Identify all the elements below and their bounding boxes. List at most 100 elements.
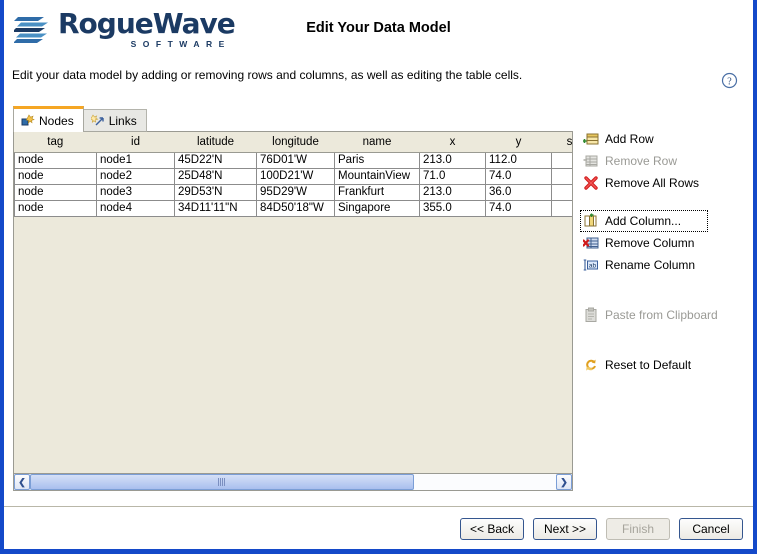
table-row[interactable]: node node4 34D11'11"N 84D50'18"W Singapo…	[15, 200, 573, 216]
cell-latitude[interactable]: 45D22'N	[175, 152, 257, 168]
cell-status[interactable]	[552, 200, 573, 216]
reset-to-default-label: Reset to Default	[605, 358, 691, 372]
cell-longitude[interactable]: 100D21'W	[257, 168, 335, 184]
tab-links-label: Links	[109, 114, 137, 128]
cell-status[interactable]	[552, 184, 573, 200]
link-arrow-icon	[91, 114, 105, 128]
cell-y[interactable]: 36.0	[486, 184, 552, 200]
column-header-tag[interactable]: tag	[15, 132, 97, 152]
rename-column-icon: ab	[583, 257, 599, 273]
scroll-right-button[interactable]: ❯	[556, 474, 572, 490]
cell-name[interactable]: Paris	[335, 152, 420, 168]
cell-id[interactable]: node1	[97, 152, 175, 168]
cell-latitude[interactable]: 34D11'11"N	[175, 200, 257, 216]
data-table: tag id latitude longitude name x y statu…	[14, 132, 572, 217]
add-column-button[interactable]: Add Column...	[580, 210, 708, 232]
scroll-right-arrow: ❯	[560, 478, 568, 487]
svg-text:ab: ab	[589, 263, 597, 270]
clipboard-icon	[583, 307, 599, 323]
reset-arrows-icon	[583, 357, 599, 373]
svg-text:?: ?	[727, 76, 732, 87]
dialog-header: RogueWave SOFTWARE Edit Your Data Model	[4, 0, 753, 60]
reset-to-default-button[interactable]: Reset to Default	[580, 354, 696, 376]
cell-id[interactable]: node3	[97, 184, 175, 200]
add-column-label: Add Column...	[605, 214, 681, 228]
cell-latitude[interactable]: 25D48'N	[175, 168, 257, 184]
cell-y[interactable]: 74.0	[486, 168, 552, 184]
cell-name[interactable]: Frankfurt	[335, 184, 420, 200]
paste-from-clipboard-label: Paste from Clipboard	[605, 308, 718, 322]
cell-y[interactable]: 74.0	[486, 200, 552, 216]
cell-x[interactable]: 213.0	[420, 184, 486, 200]
cell-status[interactable]	[552, 168, 573, 184]
cell-longitude[interactable]: 76D01'W	[257, 152, 335, 168]
next-button[interactable]: Next >>	[533, 518, 597, 540]
scroll-left-button[interactable]: ❮	[14, 474, 30, 490]
cancel-button[interactable]: Cancel	[679, 518, 743, 540]
cell-x[interactable]: 213.0	[420, 152, 486, 168]
remove-column-label: Remove Column	[605, 236, 694, 250]
page-description: Edit your data model by adding or removi…	[12, 68, 522, 82]
cell-name[interactable]: Singapore	[335, 200, 420, 216]
add-row-button[interactable]: Add Row	[580, 128, 659, 150]
red-x-icon	[583, 175, 599, 191]
logo-subtitle: SOFTWARE	[58, 40, 235, 49]
table-row[interactable]: node node2 25D48'N 100D21'W MountainView…	[15, 168, 573, 184]
tab-links[interactable]: Links	[83, 109, 147, 132]
add-row-label: Add Row	[605, 132, 654, 146]
page-title: Edit Your Data Model	[4, 20, 753, 36]
cell-latitude[interactable]: 29D53'N	[175, 184, 257, 200]
tab-nodes[interactable]: Nodes	[13, 106, 84, 132]
data-table-panel: tag id latitude longitude name x y statu…	[13, 131, 573, 491]
column-header-name[interactable]: name	[335, 132, 420, 152]
rename-column-label: Rename Column	[605, 258, 695, 272]
cell-name[interactable]: MountainView	[335, 168, 420, 184]
scroll-left-arrow: ❮	[18, 478, 26, 487]
cell-tag[interactable]: node	[15, 152, 97, 168]
table-row[interactable]: node node1 45D22'N 76D01'W Paris 213.0 1…	[15, 152, 573, 168]
column-header-x[interactable]: x	[420, 132, 486, 152]
remove-row-button: Remove Row	[580, 150, 682, 172]
table-scroll-area: tag id latitude longitude name x y statu…	[14, 132, 572, 473]
footer-separator	[4, 506, 753, 507]
cell-x[interactable]: 355.0	[420, 200, 486, 216]
footer-button-bar: << Back Next >> Finish Cancel	[460, 518, 743, 540]
tab-bar: Nodes Links	[13, 106, 147, 132]
action-button-panel: Add Row Remove Row Remove All Rows	[580, 128, 750, 376]
finish-button: Finish	[606, 518, 670, 540]
cell-id[interactable]: node2	[97, 168, 175, 184]
cell-status[interactable]	[552, 152, 573, 168]
cell-y[interactable]: 112.0	[486, 152, 552, 168]
back-button[interactable]: << Back	[460, 518, 524, 540]
cell-tag[interactable]: node	[15, 168, 97, 184]
column-header-id[interactable]: id	[97, 132, 175, 152]
question-mark-icon[interactable]: ?	[721, 72, 738, 89]
grip-icon	[218, 478, 225, 486]
column-header-latitude[interactable]: latitude	[175, 132, 257, 152]
remove-row-label: Remove Row	[605, 154, 677, 168]
remove-row-icon	[583, 153, 599, 169]
cell-tag[interactable]: node	[15, 184, 97, 200]
paste-from-clipboard-button: Paste from Clipboard	[580, 304, 723, 326]
cell-longitude[interactable]: 84D50'18"W	[257, 200, 335, 216]
cell-longitude[interactable]: 95D29'W	[257, 184, 335, 200]
cell-tag[interactable]: node	[15, 200, 97, 216]
remove-all-rows-label: Remove All Rows	[605, 176, 699, 190]
column-header-status[interactable]: status	[552, 132, 573, 152]
add-column-icon	[583, 213, 599, 229]
scrollbar-thumb[interactable]	[30, 474, 414, 490]
tab-nodes-label: Nodes	[39, 114, 74, 128]
column-header-longitude[interactable]: longitude	[257, 132, 335, 152]
cell-id[interactable]: node4	[97, 200, 175, 216]
table-row[interactable]: node node3 29D53'N 95D29'W Frankfurt 213…	[15, 184, 573, 200]
remove-all-rows-button[interactable]: Remove All Rows	[580, 172, 704, 194]
remove-column-button[interactable]: Remove Column	[580, 232, 699, 254]
rename-column-button[interactable]: ab Rename Column	[580, 254, 700, 276]
cell-x[interactable]: 71.0	[420, 168, 486, 184]
scrollbar-track[interactable]	[30, 474, 556, 490]
remove-column-icon	[583, 235, 599, 251]
column-header-y[interactable]: y	[486, 132, 552, 152]
table-header-row: tag id latitude longitude name x y statu…	[15, 132, 573, 152]
horizontal-scrollbar[interactable]: ❮ ❯	[14, 473, 572, 490]
dialog-window: RogueWave SOFTWARE Edit Your Data Model …	[0, 0, 757, 554]
